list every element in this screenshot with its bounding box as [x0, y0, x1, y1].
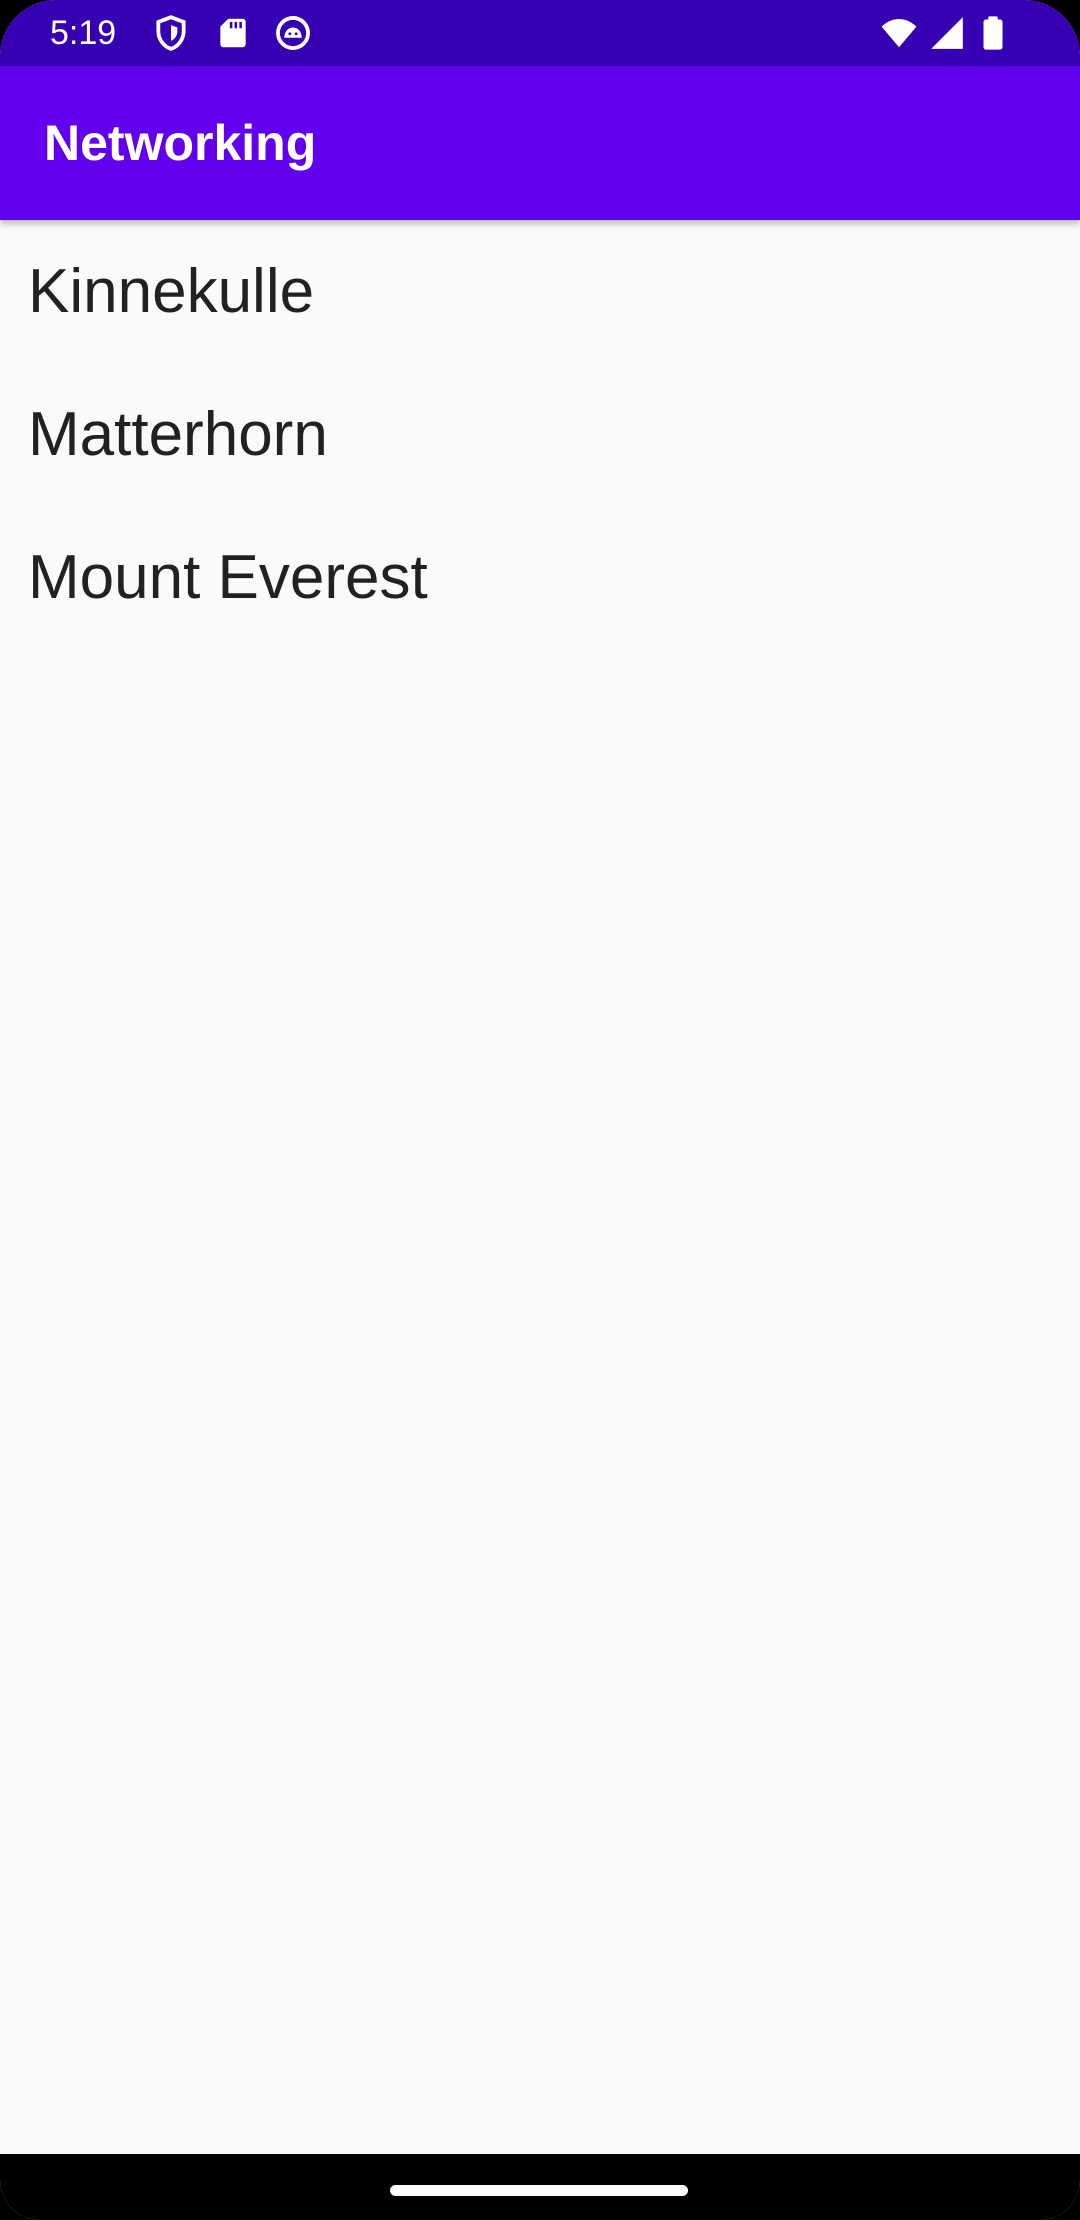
sd-card-icon	[214, 14, 252, 52]
battery-icon	[974, 14, 1012, 52]
android-debug-icon	[274, 14, 312, 52]
home-gesture-handle[interactable]	[390, 2185, 688, 2196]
navigation-bar	[0, 2154, 1080, 2220]
status-time: 5:19	[50, 14, 117, 52]
app-title: Networking	[44, 115, 317, 171]
phone-screen: 5:19 Networking Kinnekulle Matterhorn Mo…	[0, 0, 1080, 2220]
list-item-mount-everest[interactable]: Mount Everest	[0, 506, 1080, 649]
app-bar: Networking	[0, 66, 1080, 220]
list-item-kinnekulle[interactable]: Kinnekulle	[0, 220, 1080, 363]
status-bar: 5:19	[0, 0, 1080, 66]
mountain-list: Kinnekulle Matterhorn Mount Everest	[0, 220, 1080, 649]
list-item-matterhorn[interactable]: Matterhorn	[0, 363, 1080, 506]
cell-signal-icon	[928, 14, 966, 52]
shield-icon	[152, 14, 190, 52]
wifi-icon	[880, 14, 918, 52]
